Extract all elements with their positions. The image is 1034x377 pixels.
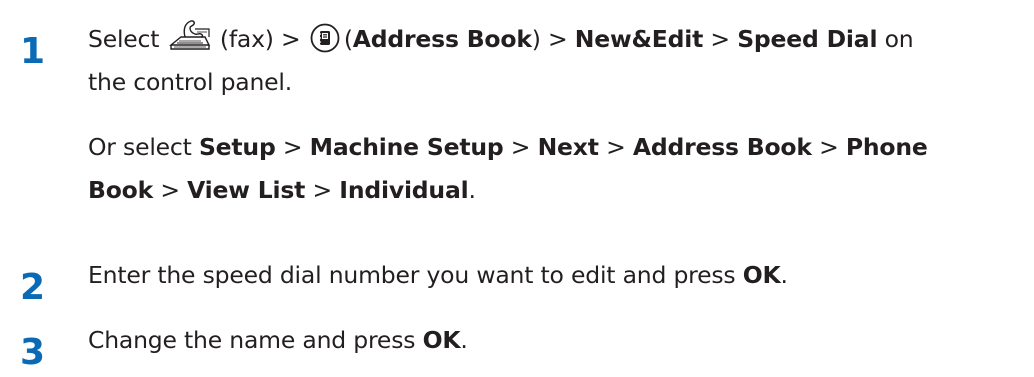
paren-close-sep: ) > — [531, 25, 568, 53]
separator: > — [160, 176, 180, 204]
address-book-label: Address Book — [632, 133, 812, 161]
next-label: Next — [537, 133, 599, 161]
step-2-instruction: Enter the speed dial number you want to … — [88, 254, 1028, 297]
step-1-alternative: Or select Setup > Machine Setup > Next >… — [88, 126, 1028, 212]
separator: > — [710, 25, 730, 53]
step-3-instruction: Change the name and press OK. — [88, 319, 1028, 362]
separator: > — [510, 133, 531, 161]
address-book-label: Address Book — [352, 25, 532, 53]
separator: > — [282, 133, 303, 161]
address-book-icon — [310, 23, 340, 53]
separator: > — [312, 176, 333, 204]
individual-label: Individual — [339, 176, 469, 204]
period: . — [780, 261, 788, 289]
machine-setup-label: Machine Setup — [309, 133, 504, 161]
paren-open: ( — [343, 25, 353, 53]
step-number: 2 — [20, 267, 46, 308]
new-edit-label: New&Edit — [574, 25, 704, 53]
step-1-instruction: Select (fax) > (Address Book) > New&Edit… — [88, 18, 1028, 104]
ok-label: OK — [742, 261, 781, 289]
or-select-text: Or select — [88, 133, 192, 161]
step-number: 3 — [20, 332, 46, 373]
fax-label: (fax) > — [219, 25, 301, 53]
ok-label: OK — [422, 326, 461, 354]
speed-dial-label: Speed Dial — [737, 25, 878, 53]
fax-icon — [168, 19, 211, 55]
on-text: on — [884, 25, 914, 53]
control-panel-text: the control panel. — [88, 68, 293, 96]
period: . — [468, 176, 476, 204]
select-text: Select — [88, 25, 160, 53]
book-label: Book — [88, 176, 154, 204]
period: . — [460, 326, 468, 354]
phone-label: Phone — [845, 133, 928, 161]
setup-label: Setup — [198, 133, 276, 161]
view-list-label: View List — [187, 176, 306, 204]
separator: > — [819, 133, 839, 161]
separator: > — [606, 133, 626, 161]
step-2-text: Enter the speed dial number you want to … — [88, 261, 736, 289]
step-3-text: Change the name and press — [88, 326, 416, 354]
step-number: 1 — [20, 31, 46, 72]
